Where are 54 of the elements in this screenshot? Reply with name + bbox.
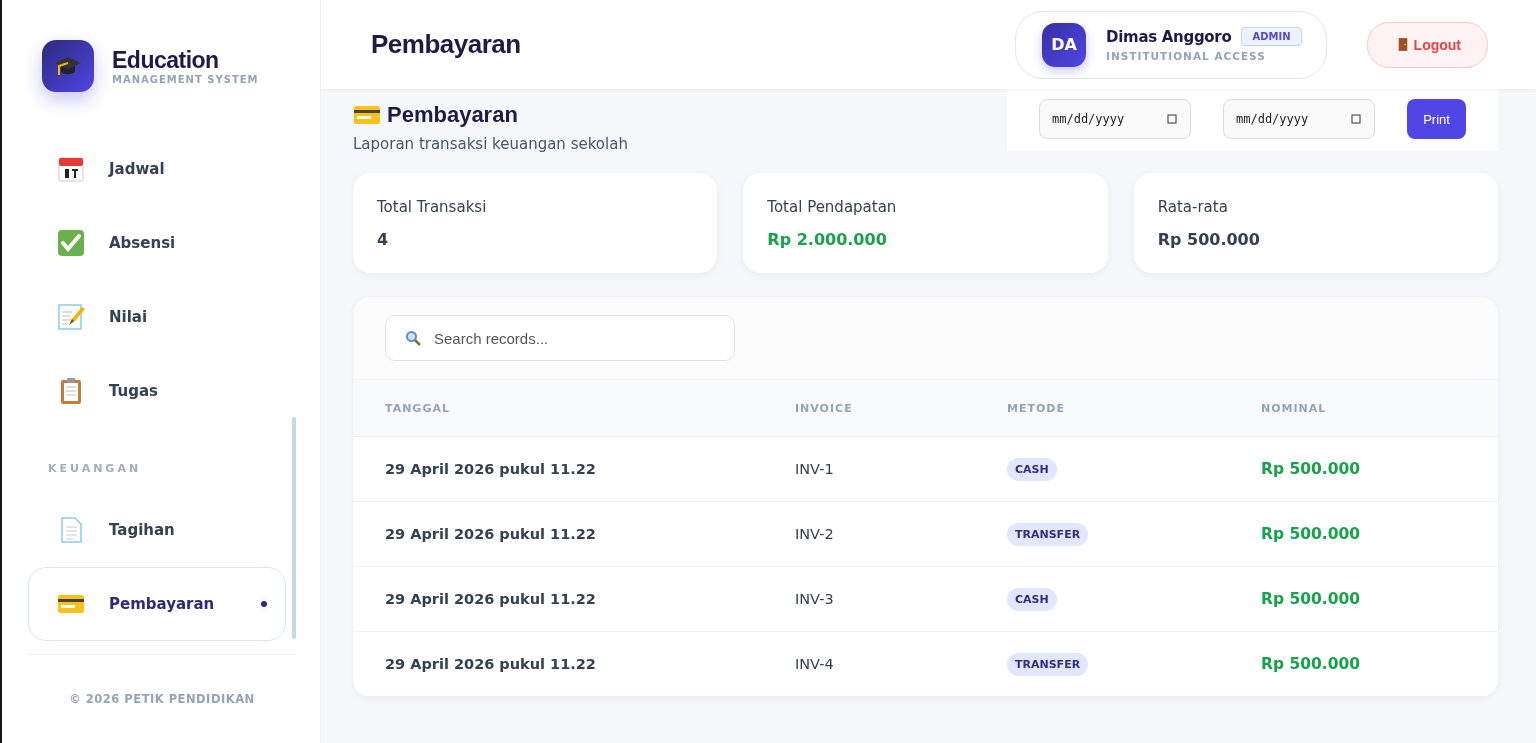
method-badge: TRANSFER [1007, 522, 1089, 546]
scrollbar-thumb[interactable] [292, 417, 296, 639]
brand-tagline: MANAGEMENT SYSTEM [112, 74, 259, 85]
table-cell-text: INV-2 [795, 526, 835, 542]
checkmark-icon [57, 229, 85, 257]
stat-value: Rp 500.000 [1157, 229, 1261, 249]
user-card[interactable]: DA Dimas Anggoro ADMIN INSTITUTIONAL ACCESS [1015, 10, 1327, 79]
column-header: TANGGAL [385, 401, 451, 415]
table-cell-text: 29 April 2026 pukul 11.22 [385, 656, 597, 672]
table-cell-text: INV-3 [795, 591, 835, 607]
column-header: INVOICE [795, 401, 854, 415]
nav-item[interactable]: Tagihan [28, 493, 286, 567]
column-header: NOMINAL [1261, 401, 1328, 415]
nav-item[interactable]: Pembayaran [28, 567, 286, 641]
page-title: Pembayaran [371, 29, 522, 60]
table-cell-text: 29 April 2026 pukul 11.22 [385, 526, 597, 542]
section-title: Pembayaran [387, 102, 518, 128]
table-cell-text: Rp 500.000 [1261, 655, 1362, 673]
table-cell-text: 29 April 2026 pukul 11.22 [385, 591, 597, 607]
memo-icon [57, 303, 85, 331]
stat-value: Rp 2.000.000 [767, 229, 888, 249]
table-cell-text: INV-1 [795, 461, 835, 477]
stat-value: 4 [377, 229, 390, 249]
stat-label: Total Pendapatan [767, 197, 898, 216]
date-field[interactable]: mm/dd/yyyy [1223, 99, 1375, 139]
method-badge: CASH [1007, 457, 1057, 481]
section-heading: KEUANGAN [47, 461, 143, 477]
stat-label: Rata-rata [1157, 197, 1229, 216]
nav-item[interactable]: Tugas [28, 354, 286, 428]
active-dot [261, 601, 267, 607]
brand-name: Education [112, 47, 220, 74]
role-badge: ADMIN [1241, 27, 1302, 46]
door-icon [1397, 37, 1408, 52]
search-field[interactable]: Search records... [385, 315, 735, 361]
nav-item[interactable]: Jadwal [28, 132, 286, 206]
copyright-text: © 2026 PETIK PENDIDIKAN [69, 692, 255, 706]
stat-label: Total Transaksi [377, 197, 488, 216]
method-badge: CASH [1007, 587, 1057, 611]
avatar: DA [1042, 22, 1087, 67]
column-header: METODE [1007, 401, 1066, 415]
print-button[interactable]: Print [1407, 99, 1466, 139]
nav-item[interactable]: Nilai [28, 280, 286, 354]
access-label: INSTITUTIONAL ACCESS [1106, 50, 1267, 62]
date-field[interactable]: mm/dd/yyyy [1039, 99, 1191, 139]
table-cell-text: INV-4 [795, 656, 835, 672]
section-subtitle: Laporan transaksi keuangan sekolah [353, 135, 628, 153]
table-cell-text: Rp 500.000 [1261, 460, 1362, 478]
table-cell-text: Rp 500.000 [1261, 590, 1362, 608]
table-cell-text: 29 April 2026 pukul 11.22 [385, 461, 597, 477]
nav-item[interactable]: Absensi [28, 206, 286, 280]
search-icon [405, 330, 421, 346]
table-cell-text: Rp 500.000 [1261, 525, 1362, 543]
method-badge: TRANSFER [1007, 652, 1089, 676]
user-name: Dimas Anggoro [1106, 27, 1232, 46]
